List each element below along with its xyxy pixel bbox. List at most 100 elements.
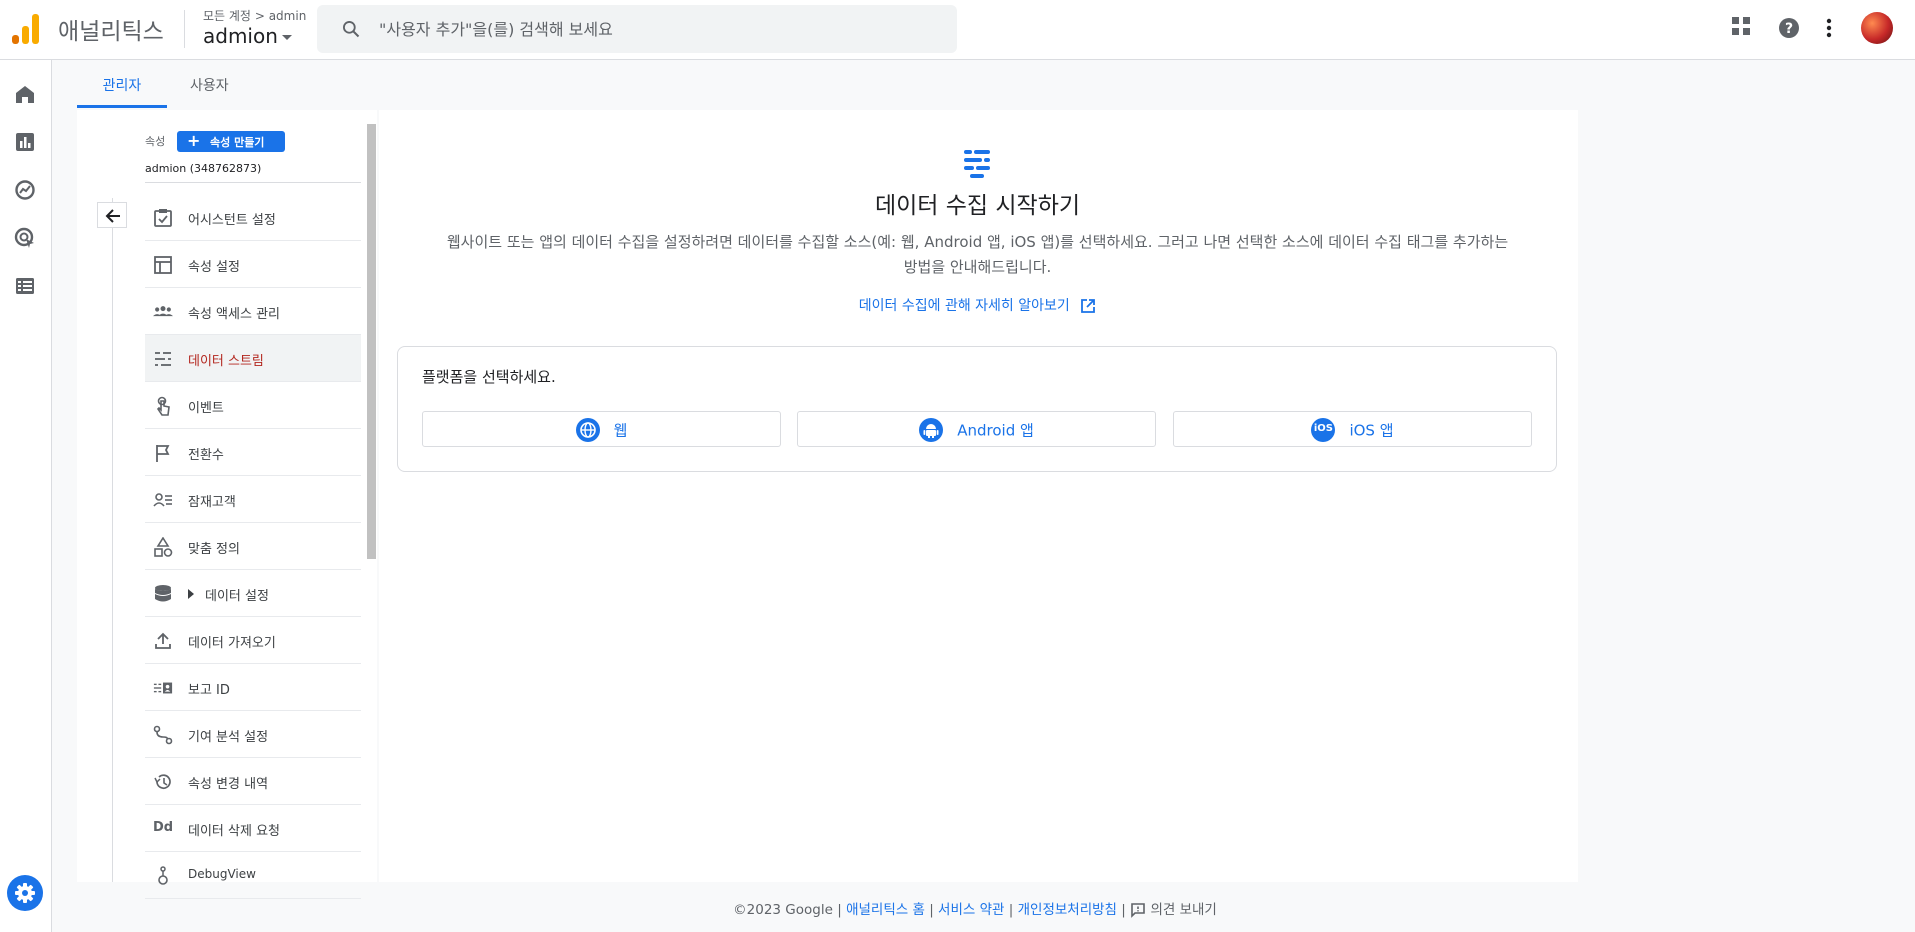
settings-scrollbar[interactable] <box>367 124 376 559</box>
checklist-icon <box>154 209 172 227</box>
tab-admin[interactable]: 관리자 <box>77 75 167 95</box>
menu-item-label: 속성 변경 내역 <box>188 777 269 792</box>
audience-icon <box>153 493 172 507</box>
platform-ios-label: iOS 앱 <box>1349 421 1394 440</box>
menu-item-assistant-settings[interactable]: 어시스턴트 설정 <box>145 194 361 241</box>
property-name[interactable]: admion (348762873) <box>145 162 261 175</box>
platform-web-button[interactable]: 웹 <box>422 411 781 447</box>
menu-item-label: 이벤트 <box>188 401 224 416</box>
menu-item-debugview[interactable]: DebugView <box>145 852 361 899</box>
ios-icon-text: iOS <box>1313 423 1334 434</box>
create-property-button[interactable]: + 속성 만들기 <box>177 131 285 152</box>
explore-icon[interactable] <box>14 179 36 201</box>
settings-menu: 어시스턴트 설정 속성 설정 속성 액세스 관리 데이터 스트림 이벤트 전환수… <box>145 194 361 899</box>
menu-item-label: 어시스턴트 설정 <box>188 213 276 228</box>
platform-web-label: 웹 <box>613 421 628 440</box>
id-card-icon <box>153 682 173 694</box>
learn-more-link[interactable]: 데이터 수집에 관해 자세히 알아보기 <box>575 295 1380 315</box>
advertising-icon[interactable] <box>14 227 36 249</box>
menu-item-property-settings[interactable]: 속성 설정 <box>145 241 361 288</box>
main-content-card <box>379 110 1578 882</box>
menu-item-label: 잠재고객 <box>188 495 236 510</box>
reports-icon[interactable] <box>14 131 36 153</box>
menu-item-data-streams[interactable]: 데이터 스트림 <box>145 335 361 382</box>
globe-icon <box>575 418 600 442</box>
menu-item-data-import[interactable]: 데이터 가져오기 <box>145 617 361 664</box>
tab-user[interactable]: 사용자 <box>190 75 229 95</box>
menu-item-label: 전환수 <box>188 448 224 463</box>
footer-separator: | <box>837 902 842 918</box>
footer-home-link[interactable]: 애널리틱스 홈 <box>846 902 925 918</box>
dd-icon: Dd <box>153 820 174 835</box>
history-icon <box>154 774 171 790</box>
people-icon <box>153 306 173 317</box>
menu-item-attribution-settings[interactable]: 기여 분석 설정 <box>145 711 361 758</box>
platform-android-label: Android 앱 <box>957 421 1034 440</box>
touch-icon <box>156 396 170 416</box>
platform-ios-button[interactable]: iOS iOS 앱 <box>1173 411 1532 447</box>
account-selector[interactable]: admion <box>203 24 292 48</box>
left-nav-rail <box>0 60 52 932</box>
home-icon[interactable] <box>14 83 36 105</box>
learn-more-label: 데이터 수집에 관해 자세히 알아보기 <box>858 298 1070 314</box>
breadcrumb-account: admin <box>268 9 307 23</box>
active-tab-indicator <box>77 105 167 108</box>
footer-feedback-link[interactable]: 의견 보내기 <box>1150 902 1216 918</box>
menu-item-custom-definitions[interactable]: 맞춤 정의 <box>145 523 361 570</box>
upload-icon <box>155 632 171 649</box>
menu-item-events[interactable]: 이벤트 <box>145 382 361 429</box>
menu-item-label: 데이터 삭제 요청 <box>188 824 280 839</box>
platform-android-button[interactable]: Android 앱 <box>797 411 1156 447</box>
debug-icon <box>158 866 168 885</box>
avatar[interactable] <box>1861 12 1893 44</box>
menu-item-data-deletion-requests[interactable]: Dd 데이터 삭제 요청 <box>145 805 361 852</box>
footer-copyright: ©2023 Google <box>733 902 833 918</box>
menu-item-data-settings[interactable]: 데이터 설정 <box>145 570 361 617</box>
footer-privacy-link[interactable]: 개인정보처리방침 <box>1018 902 1117 918</box>
page-description: 웹사이트 또는 앱의 데이터 수집을 설정하려면 데이터를 수집할 소스(예: … <box>446 233 1509 276</box>
platform-prompt: 플랫폼을 선택하세요. <box>422 368 556 386</box>
property-divider <box>145 182 361 183</box>
breadcrumb[interactable]: 모든 계정 > admin <box>203 7 306 24</box>
feedback-icon[interactable] <box>1130 902 1146 918</box>
attribution-icon <box>153 725 173 745</box>
menu-item-audiences[interactable]: 잠재고객 <box>145 476 361 523</box>
more-vert-icon[interactable] <box>1826 18 1832 38</box>
app-name[interactable]: 애널리틱스 <box>58 12 164 46</box>
column-divider <box>112 198 113 882</box>
database-icon <box>155 585 171 602</box>
create-property-label: 속성 만들기 <box>210 136 265 149</box>
footer-terms-link[interactable]: 서비스 약관 <box>938 902 1004 918</box>
platform-selector <box>397 346 1557 472</box>
svg-text:?: ? <box>1785 21 1793 37</box>
menu-item-reporting-id[interactable]: 보고 ID <box>145 664 361 711</box>
menu-item-label: 맞춤 정의 <box>188 542 240 557</box>
menu-item-label: 기여 분석 설정 <box>188 730 269 745</box>
menu-item-label: 데이터 가져오기 <box>188 636 276 651</box>
footer: ©2023 Google | 애널리틱스 홈 | 서비스 약관 | 개인정보처리… <box>0 898 1915 918</box>
search-input[interactable] <box>379 13 939 45</box>
account-name: admion <box>203 24 278 48</box>
menu-item-label: 데이터 스트림 <box>188 354 264 369</box>
apps-grid-icon[interactable] <box>1731 16 1751 36</box>
search-icon <box>343 21 360 38</box>
expand-triangle-icon[interactable] <box>188 589 194 599</box>
breadcrumb-separator: > <box>254 9 265 23</box>
analytics-logo-icon[interactable] <box>12 14 40 44</box>
footer-separator: | <box>1121 902 1126 918</box>
plus-icon: + <box>187 131 201 150</box>
menu-item-property-access[interactable]: 속성 액세스 관리 <box>145 288 361 335</box>
menu-item-property-change-history[interactable]: 속성 변경 내역 <box>145 758 361 805</box>
search-box[interactable] <box>317 5 957 53</box>
arrow-back-icon <box>105 209 120 223</box>
property-label: 속성 <box>145 135 166 148</box>
menu-item-label: 속성 액세스 관리 <box>188 307 280 322</box>
collapse-back-button[interactable] <box>97 202 127 228</box>
menu-item-label: 보고 ID <box>188 683 230 698</box>
footer-separator: | <box>1008 902 1014 918</box>
menu-item-conversions[interactable]: 전환수 <box>145 429 361 476</box>
configure-icon[interactable] <box>14 275 36 297</box>
caret-down-icon <box>281 35 292 40</box>
breadcrumb-root: 모든 계정 <box>203 9 251 23</box>
help-icon[interactable]: ? <box>1778 17 1800 39</box>
